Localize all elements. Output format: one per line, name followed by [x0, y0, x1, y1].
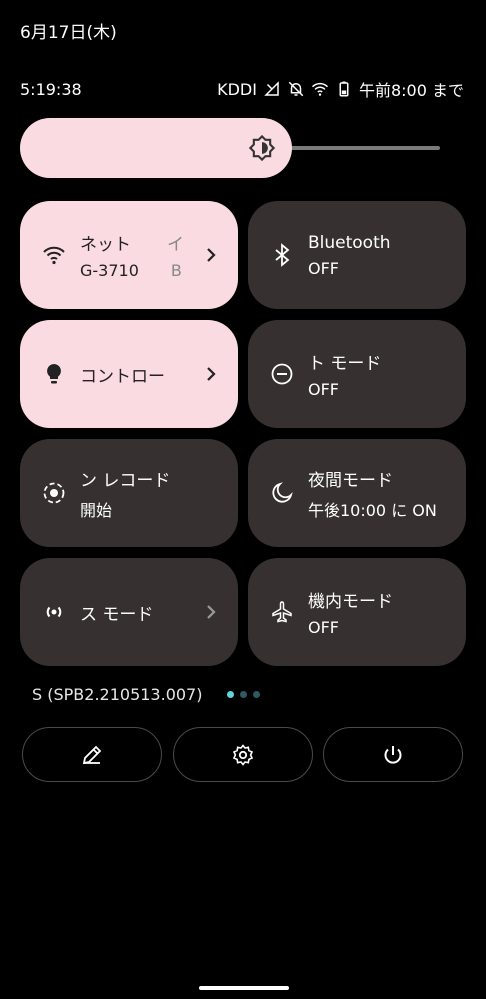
- chevron-right-icon: [202, 365, 220, 383]
- wifi-icon: [311, 80, 329, 98]
- tile-airplane-mode[interactable]: 機内モード OFF: [248, 558, 466, 666]
- battery-icon: [335, 80, 353, 98]
- tile-screen-record[interactable]: ン レコード 開始: [20, 439, 238, 547]
- status-icons: KDDI 午前8:00 まで: [217, 77, 464, 101]
- tile-subtitle: 開始: [80, 500, 113, 520]
- carrier-label: KDDI: [217, 79, 257, 99]
- tile-internet[interactable]: ネット イ G-3710 B: [20, 201, 238, 309]
- brightness-icon: [248, 134, 276, 162]
- tile-subtitle: G-3710: [80, 261, 139, 280]
- tile-title: ン レコード: [80, 470, 171, 491]
- tile-subtitle: 午後10:00 に ON: [308, 500, 437, 520]
- chevron-right-icon: [202, 603, 220, 621]
- tile-title: 夜間モード: [308, 470, 393, 491]
- brightness-track: [270, 146, 440, 150]
- build-number: S (SPB2.210513.007): [32, 685, 203, 704]
- settings-icon: [231, 743, 255, 767]
- page-dot[interactable]: [240, 691, 247, 698]
- tile-night-light[interactable]: 夜間モード 午後10:00 に ON: [248, 439, 466, 547]
- date-label: 6月17日(木): [20, 23, 117, 43]
- clock: 5:19:38: [20, 79, 82, 99]
- status-bar: 5:19:38 KDDI 午前8:00 まで: [20, 77, 464, 101]
- tile-do-not-disturb[interactable]: ト モード OFF: [248, 320, 466, 428]
- lightbulb-icon: [42, 362, 66, 386]
- alarm-label: 午前8:00 まで: [358, 81, 464, 100]
- power-button[interactable]: [323, 727, 463, 782]
- do-not-disturb-icon: [270, 362, 294, 386]
- wifi-icon: [42, 243, 66, 267]
- tile-title: 機内モード: [308, 592, 393, 612]
- tile-title: コントロー: [80, 366, 165, 387]
- cast-icon: [42, 600, 66, 624]
- screen-record-icon: [42, 481, 66, 505]
- chevron-right-icon: [202, 246, 220, 264]
- brightness-slider[interactable]: [20, 118, 440, 178]
- airplane-icon: [270, 600, 294, 624]
- edit-icon: [80, 743, 104, 767]
- volte-icon: [263, 80, 281, 98]
- tile-title: ト モード: [308, 354, 382, 374]
- settings-button[interactable]: [173, 727, 313, 782]
- power-icon: [381, 743, 405, 767]
- tile-bluetooth[interactable]: Bluetooth OFF: [248, 201, 466, 309]
- tile-subtitle: OFF: [308, 618, 339, 637]
- tile-cast[interactable]: ス モード: [20, 558, 238, 666]
- page-dot[interactable]: [253, 691, 260, 698]
- tile-title: ネット: [80, 235, 131, 255]
- bluetooth-icon: [270, 243, 294, 267]
- page-dot[interactable]: [227, 691, 234, 698]
- page-indicator[interactable]: [227, 691, 260, 698]
- tile-device-controls[interactable]: コントロー: [20, 320, 238, 428]
- tile-title: ス モード: [80, 604, 154, 625]
- edit-button[interactable]: [22, 727, 162, 782]
- moon-icon: [270, 481, 294, 505]
- tile-subtitle-extra: B: [170, 261, 182, 280]
- home-indicator[interactable]: [199, 986, 289, 990]
- mute-bell-icon: [287, 80, 305, 98]
- tile-title-extra: イ: [167, 235, 184, 255]
- tile-subtitle: OFF: [308, 258, 339, 278]
- tile-subtitle: OFF: [308, 380, 339, 399]
- tile-title: Bluetooth: [308, 232, 391, 253]
